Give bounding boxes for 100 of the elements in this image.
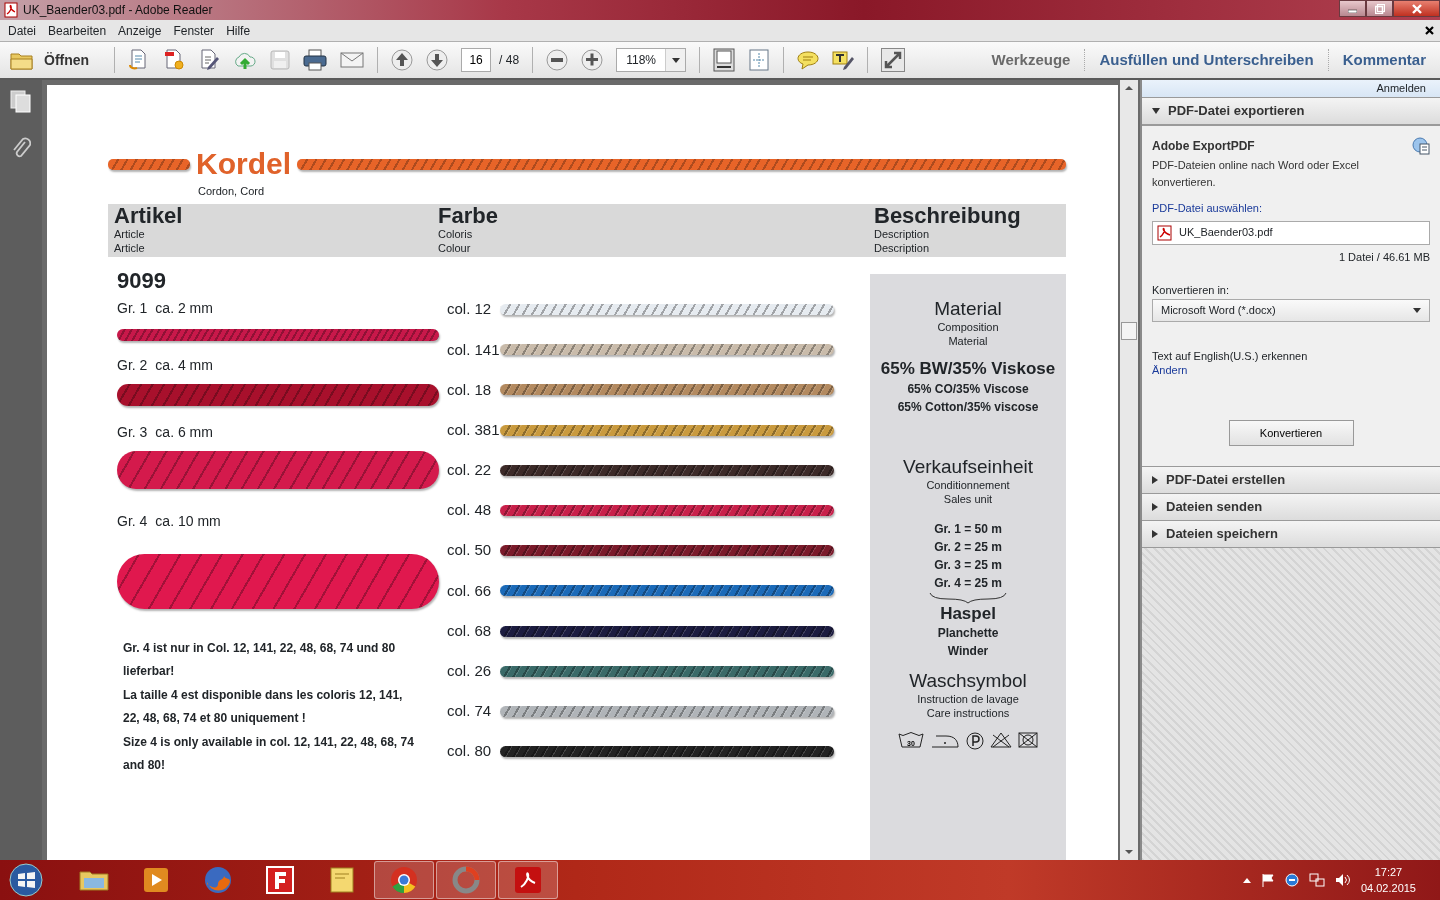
color-label: col. 12 [447,299,493,320]
unit-value: Gr. 4 = 25 m [933,574,1003,592]
remote-app-icon[interactable] [1284,873,1299,887]
size-value: ca. 10 mm [155,511,221,531]
package-value: Winder [946,642,990,660]
section-header[interactable]: Dateien speichern [1142,520,1440,547]
select-file-label: PDF-Datei auswählen: [1152,201,1264,216]
catalog-subtitle: Cordon, Cord [198,184,266,199]
restore-icon [1374,3,1385,14]
chrome-circle-icon[interactable] [388,864,420,896]
convert-button[interactable]: Konvertieren [1228,420,1354,446]
section-header[interactable]: PDF-Datei exportieren [1142,97,1440,124]
globe-fox-icon[interactable] [202,864,234,896]
clock-time[interactable]: 17:27 [1360,864,1416,880]
format-dropdown[interactable]: Microsoft Word (*.docx) [1152,298,1430,322]
zoom-field[interactable]: 118% [616,48,687,72]
no-tumble-dry-icon [1018,731,1038,748]
expand-icon[interactable] [881,48,906,72]
zoom-in-icon[interactable] [581,49,604,71]
material-value: 65% CO/35% Viscose [906,380,1030,398]
open-button[interactable]: Öffnen [10,49,90,71]
color-label: col. 22 [447,460,493,481]
close-icon[interactable] [1425,26,1434,35]
arrow-up-icon[interactable] [391,49,414,71]
mail-icon[interactable] [340,51,365,69]
color-label: col. 141 [447,339,500,360]
section-header[interactable]: PDF-Datei erstellen [1142,466,1440,493]
document-gear-icon[interactable] [163,49,186,71]
zoom-dropdown-button[interactable] [665,49,686,71]
start-button[interactable] [8,862,44,898]
column-subheading: Colour [438,240,472,255]
pane-tab[interactable]: Kommentar [1327,48,1440,72]
note-text: Size 4 is only available in col. 12, 141, 22, 48, 68, 74 and 80! [123,733,415,774]
unit-value: Gr. 3 = 25 m [933,556,1003,574]
color-label: col. 381 [447,419,500,440]
caret-icon [1413,307,1421,313]
caret-icon [671,57,680,63]
f-letter-icon[interactable] [264,864,296,896]
export-title: Adobe ExportPDF [1152,138,1255,155]
color-label: col. 74 [447,701,493,722]
scrollbar-thumb[interactable] [1121,322,1137,340]
pdf-file-icon [4,2,18,18]
pane-tab[interactable]: Ausfüllen und Unterschreiben [1084,48,1328,72]
material-value: 65% BW/35% Viskose [879,357,1057,380]
clock-date[interactable]: 04.02.2015 [1360,880,1416,896]
zoom-out-icon[interactable] [546,49,569,71]
export-globe-icon[interactable] [1412,137,1430,155]
dry-clean-icon [966,731,984,750]
section-subtitle: Composition [936,319,1000,334]
speech-bubble-icon[interactable] [797,50,820,70]
page-number-field[interactable]: 16 [461,48,492,72]
sign-in-link[interactable]: Anmelden [1376,82,1426,94]
change-link[interactable]: Ändern [1152,364,1188,376]
document-pencil-icon[interactable] [198,49,221,71]
close-button[interactable] [1393,0,1440,17]
page-total: / 48 [499,52,520,69]
paperclip-icon[interactable] [11,136,31,160]
article-number: 9099 [117,269,167,292]
convert-label: Konvertieren in: [1152,283,1231,298]
pdf-reader-icon[interactable] [512,864,544,896]
package-value: Haspel [939,603,997,624]
tray-expand-icon[interactable] [1242,877,1251,883]
window-title: UK_Baender03.pdf - Adobe Reader [23,2,213,19]
section-title: Waschsymbol [908,669,1028,692]
size-label: Gr. 1 [117,298,148,318]
size-label: Gr. 3 [117,422,148,442]
menu-item[interactable]: Fenster [167,21,221,40]
fit-page-icon[interactable] [713,48,736,72]
column-heading: Farbe [438,204,499,227]
size-value: ca. 6 mm [155,422,213,442]
arrow-down-icon[interactable] [426,49,449,71]
note-text: La taille 4 est disponible dans les coloris 12, 141, 22, 48, 68, 74 et 80 uniquement ! [123,686,404,727]
column-subheading: Description [874,227,930,241]
menu-item[interactable]: Bearbeiten [42,21,113,40]
unit-value: Gr. 2 = 25 m [933,538,1003,556]
folder-icon [10,50,34,70]
restore-button[interactable] [1366,0,1393,17]
minimize-button[interactable] [1339,0,1366,17]
flag-icon[interactable] [1260,873,1275,887]
color-label: col. 50 [447,540,493,561]
highlight-text-icon[interactable] [832,50,855,70]
network-icon[interactable] [1308,873,1325,887]
menu-item[interactable]: Hilfe [220,21,257,40]
print-icon[interactable] [303,49,328,71]
ocr-language-text: Text auf English(U.S.) erkennen [1152,350,1309,362]
file-field[interactable]: UK_Baender03.pdf [1152,220,1430,245]
color-label: col. 18 [447,379,493,400]
menu-item[interactable]: Anzeige [112,21,168,40]
material-value: 65% Cotton/35% viscose [896,398,1040,416]
speaker-icon[interactable] [1334,873,1351,887]
menu-item[interactable]: Datei [2,21,42,40]
size-value: ca. 2 mm [155,298,213,318]
package-value: Planchette [936,624,1000,642]
size-label: Gr. 2 [117,355,148,375]
column-heading: Artikel [114,204,184,227]
pages-icon[interactable] [10,90,32,114]
note-text: Gr. 4 ist nur in Col. 12, 141, 22, 48, 68, 74 und 80 lieferbar! [123,639,397,680]
color-label: col. 48 [447,500,493,521]
pane-tab[interactable]: Werkzeuge [977,48,1085,72]
section-header[interactable]: Dateien senden [1142,493,1440,520]
